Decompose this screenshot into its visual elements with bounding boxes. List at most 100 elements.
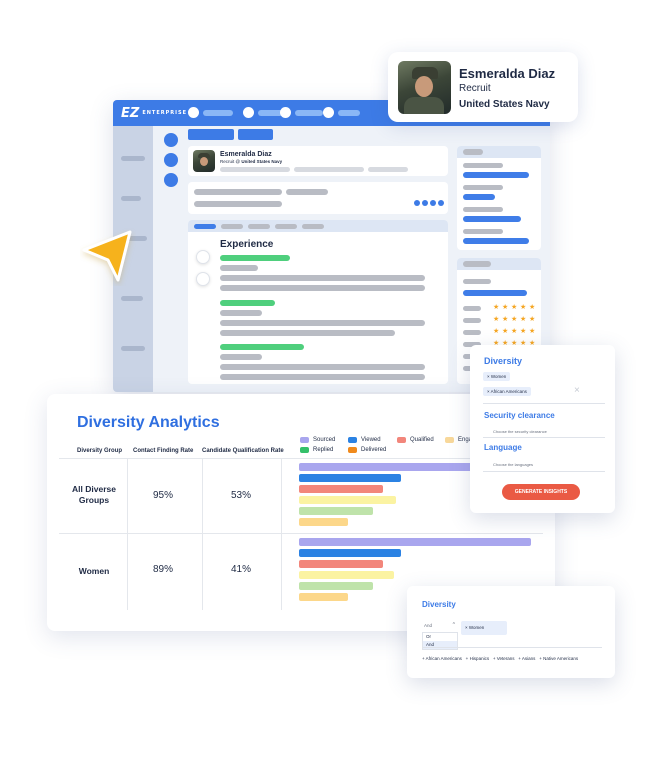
experience-line <box>220 374 425 380</box>
filter-security-title: Security clearance <box>484 411 555 420</box>
star-icon: ★ <box>493 304 500 311</box>
timeline-node <box>196 272 210 286</box>
experience-line <box>220 320 425 326</box>
summary-line <box>194 201 282 207</box>
diversity-chip-african-americans[interactable]: × African Americans <box>483 387 531 396</box>
funnel-bar <box>299 549 401 557</box>
skills-line <box>463 279 491 284</box>
skill-label <box>463 330 481 335</box>
right-card-line <box>463 194 495 200</box>
star-icon: ★ <box>511 328 518 335</box>
experience-tab[interactable] <box>248 224 270 229</box>
side-action-button[interactable] <box>164 173 178 187</box>
row-contact-rate: 89% <box>153 564 174 575</box>
clear-close-icon[interactable]: × <box>574 385 580 396</box>
recruit-name: Esmeralda Diaz <box>459 66 556 81</box>
diversity-chip-women[interactable]: × Women <box>483 372 511 381</box>
profile-meta-line <box>368 167 408 172</box>
experience-line <box>220 330 395 336</box>
experience-tab[interactable] <box>275 224 297 229</box>
right-card-line <box>463 238 529 244</box>
experience-line <box>220 300 275 306</box>
nav-item-4[interactable] <box>323 107 334 118</box>
bool-divider <box>422 647 602 648</box>
funnel-bar <box>299 474 401 482</box>
security-clearance-input[interactable]: Choose the security clearance <box>493 429 547 434</box>
generate-insights-button[interactable]: GENERATE INSIGHTS <box>502 484 580 500</box>
operator-select[interactable]: And ^ <box>422 621 458 631</box>
row-contact-rate: 95% <box>153 490 174 501</box>
funnel-bar <box>299 538 531 546</box>
recruit-photo <box>398 61 451 114</box>
summary-line <box>286 189 328 195</box>
left-panel-line <box>121 196 141 201</box>
language-input[interactable]: Choose the languages <box>493 462 533 467</box>
profile-role: Recruit @ United States Navy <box>220 159 283 164</box>
bool-options: + African Americans + Hispanics + Vetera… <box>422 656 578 661</box>
row-qualification-rate: 53% <box>231 490 252 501</box>
loading-dot <box>414 200 420 206</box>
summary-card <box>188 182 448 214</box>
experience-tab[interactable] <box>221 224 243 229</box>
option-asians[interactable]: + Asians <box>518 656 535 661</box>
table-divider <box>127 458 128 610</box>
skill-label <box>463 306 481 311</box>
operator-option-or[interactable]: Or <box>423 633 457 641</box>
funnel-bar <box>299 485 383 493</box>
funnel-bar <box>299 571 394 579</box>
skills-header <box>463 261 491 267</box>
analytics-title: Diversity Analytics <box>77 414 220 431</box>
tab-button-1[interactable] <box>188 129 234 140</box>
experience-line <box>220 265 258 271</box>
nav-item-4-label <box>338 110 360 116</box>
nav-item-3[interactable] <box>280 107 291 118</box>
bool-chip-women[interactable]: × Women <box>461 621 507 635</box>
right-card-line <box>463 207 503 212</box>
summary-line <box>194 189 282 195</box>
star-icon: ★ <box>529 316 536 323</box>
experience-tab[interactable] <box>302 224 324 229</box>
funnel-bar <box>299 593 348 601</box>
filter-divider <box>483 471 605 472</box>
tab-button-2[interactable] <box>238 129 273 140</box>
filter-language-title: Language <box>484 443 522 452</box>
app-logo[interactable]: EZ ENTERPRISE <box>121 106 187 121</box>
left-panel-line <box>121 156 145 161</box>
profile-photo <box>193 150 215 172</box>
recruit-role: Recruit <box>459 83 491 94</box>
skills-line <box>463 290 527 296</box>
table-divider <box>281 458 282 610</box>
option-veterans[interactable]: + Veterans <box>493 656 515 661</box>
skill-label <box>463 318 481 323</box>
experience-line <box>220 344 304 350</box>
star-icon: ★ <box>493 328 500 335</box>
loading-dot <box>430 200 436 206</box>
chevron-up-icon: ^ <box>452 622 455 628</box>
recruit-org: United States Navy <box>459 99 550 110</box>
loading-dot <box>422 200 428 206</box>
col-header-qualification-rate: Candidate Qualification Rate <box>202 448 284 454</box>
side-action-button[interactable] <box>164 133 178 147</box>
cursor-arrow-icon <box>82 230 132 282</box>
nav-item-1-label <box>203 110 233 116</box>
star-icon: ★ <box>502 316 509 323</box>
timeline-node <box>196 250 210 264</box>
loading-dot <box>438 200 444 206</box>
star-icon: ★ <box>502 328 509 335</box>
experience-tab-active[interactable] <box>194 224 216 229</box>
funnel-bar <box>299 496 396 504</box>
option-african-americans[interactable]: + African Americans <box>422 656 462 661</box>
star-icon: ★ <box>520 304 527 311</box>
star-icon: ★ <box>529 328 536 335</box>
option-hispanics[interactable]: + Hispanics <box>466 656 489 661</box>
experience-title: Experience <box>220 239 274 250</box>
right-card-line <box>463 229 503 234</box>
experience-line <box>220 275 425 281</box>
option-native-americans[interactable]: + Native Americans <box>539 656 578 661</box>
table-divider <box>202 458 203 610</box>
nav-item-2[interactable] <box>243 107 254 118</box>
side-action-button[interactable] <box>164 153 178 167</box>
profile-meta-line <box>294 167 364 172</box>
nav-item-1[interactable] <box>188 107 199 118</box>
left-panel-line <box>121 296 143 301</box>
